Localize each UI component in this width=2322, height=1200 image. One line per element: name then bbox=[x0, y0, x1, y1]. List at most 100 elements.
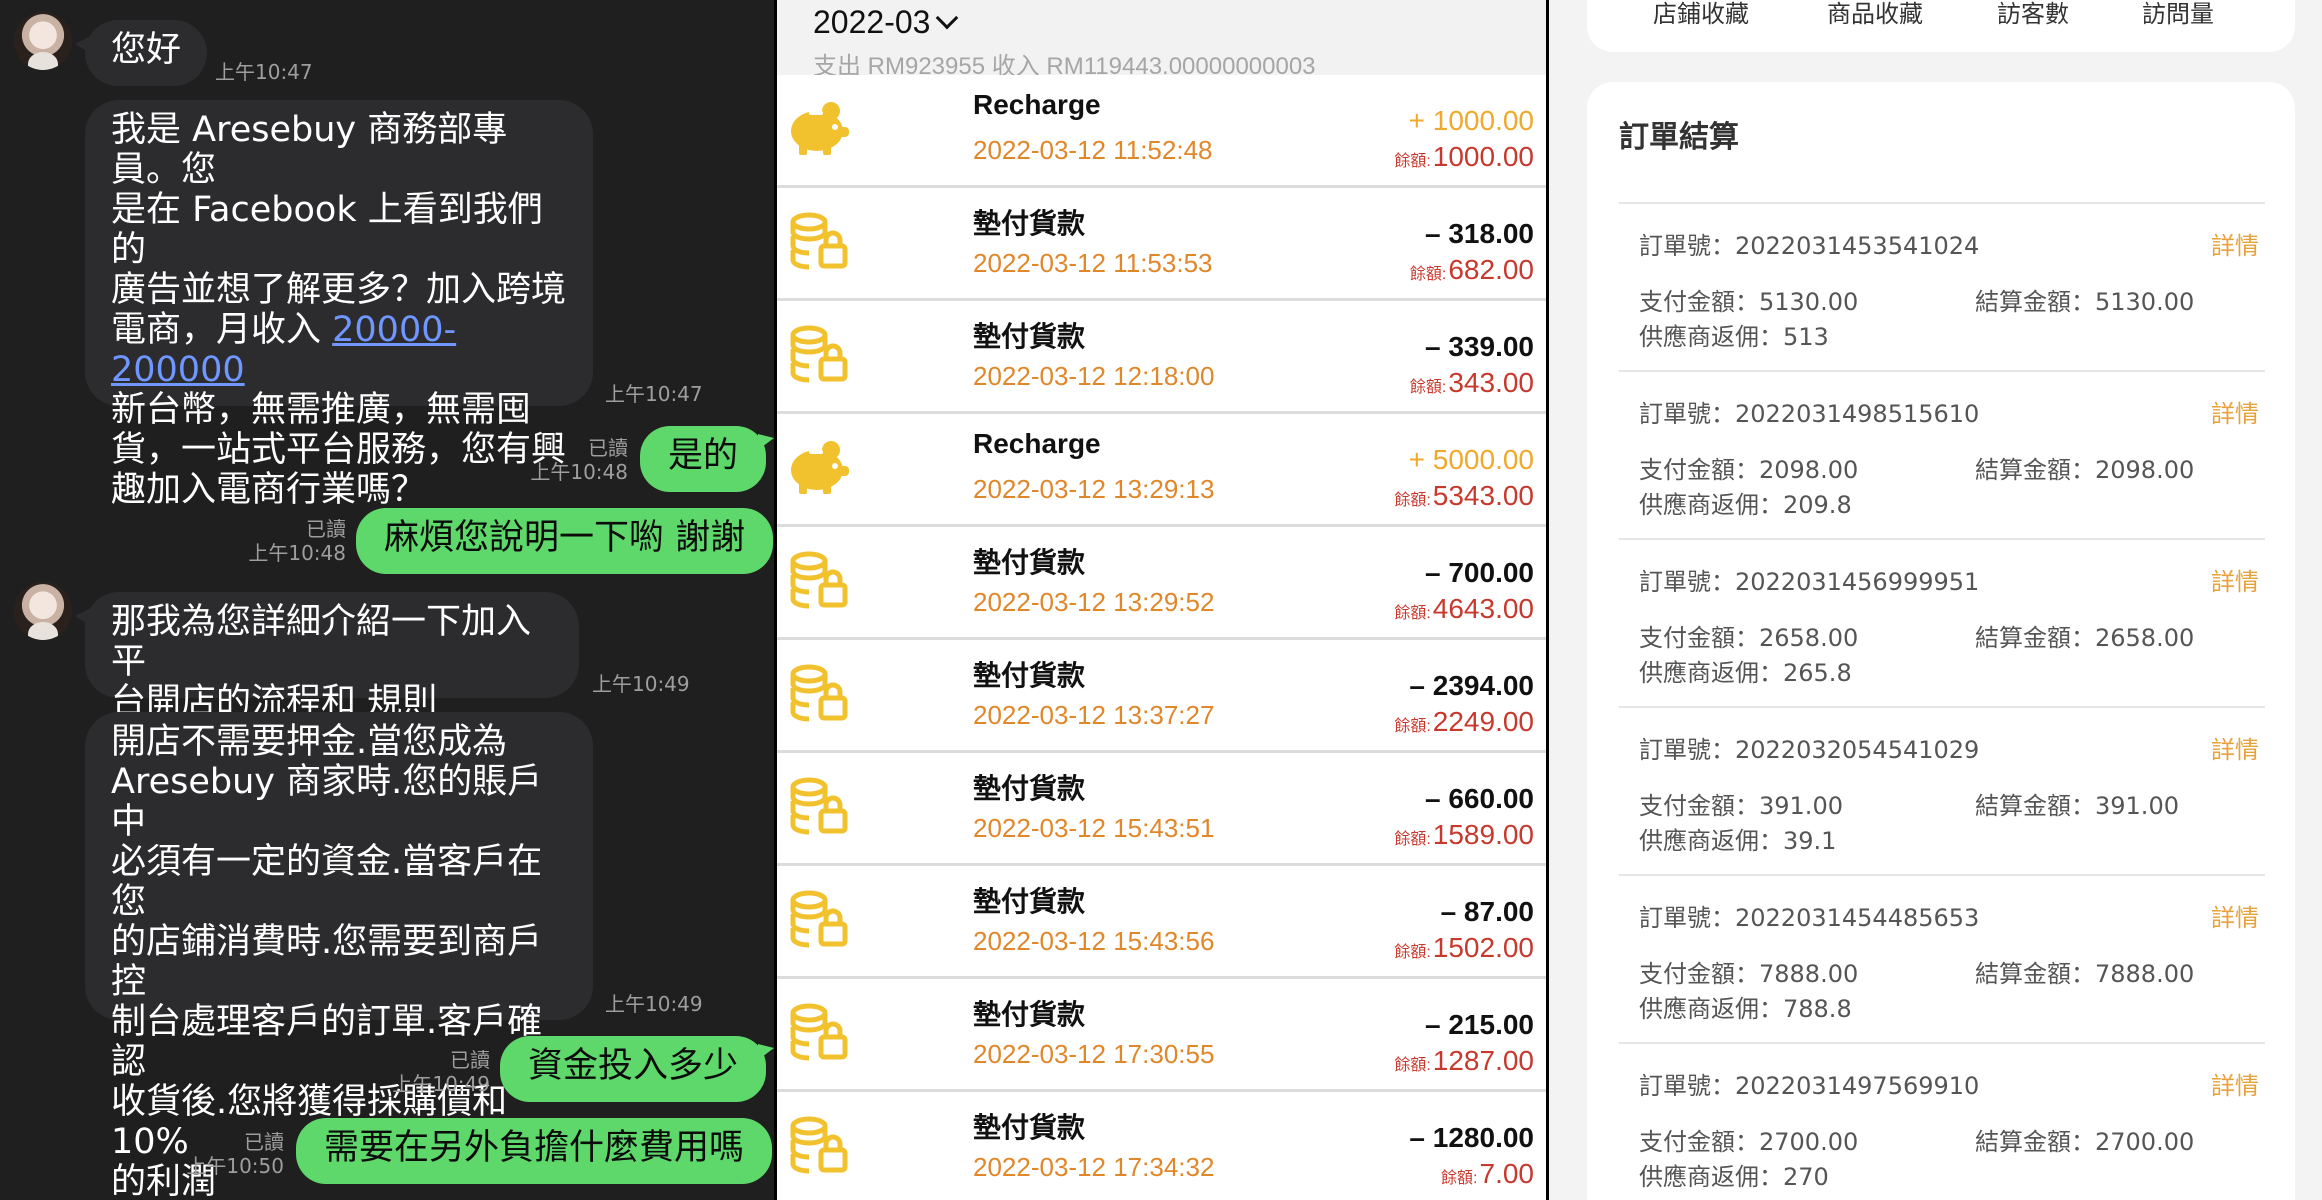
order-number: 訂單號：2022031456999951 bbox=[1639, 562, 1979, 597]
balance-value: 1000.00 bbox=[1432, 141, 1534, 172]
transaction-row[interactable]: 墊付貨款 2022-03-12 15:43:51 – 660.00 餘額:1589.0… bbox=[777, 753, 1546, 866]
payment-amount-label: 支付金額： bbox=[1639, 960, 1759, 988]
order-number-label: 訂單號： bbox=[1639, 1072, 1735, 1100]
transaction-date: 2022-03-12 17:30:55 bbox=[973, 1039, 1215, 1069]
transaction-title: Recharge bbox=[973, 89, 1101, 120]
supplier-rebate-value: 788.8 bbox=[1783, 995, 1852, 1023]
order-number-value: 2022031453541024 bbox=[1735, 232, 1980, 260]
transaction-row[interactable]: 墊付貨款 2022-03-12 13:37:27 – 2394.00 餘額:2249.… bbox=[777, 640, 1546, 753]
chat-panel: 您好 上午10:47 我是 Aresebuy 商務部專員。您 是在 Facebo… bbox=[0, 0, 774, 1200]
chat-message-incoming[interactable]: 您好 bbox=[74, 20, 208, 86]
order-detail-link[interactable]: 詳情 bbox=[2211, 730, 2259, 765]
order-detail-link[interactable]: 詳情 bbox=[2211, 562, 2259, 597]
transaction-date: 2022-03-12 13:29:52 bbox=[973, 587, 1215, 617]
order-number-value: 2022031456999951 bbox=[1735, 568, 1980, 596]
balance-value: 682.00 bbox=[1448, 254, 1534, 285]
order-number-value: 2022031498515610 bbox=[1735, 400, 1980, 428]
supplier-rebate: 供應商返佣：39.1 bbox=[1639, 821, 1836, 856]
chat-message-incoming[interactable]: 那我為您詳細介紹一下加入平 台開店的流程和 規則 bbox=[75, 592, 579, 722]
balance-value: 2249.00 bbox=[1432, 706, 1534, 737]
balance-label: 餘額: bbox=[1394, 831, 1431, 848]
supplier-rebate-value: 39.1 bbox=[1783, 827, 1837, 855]
message-line: 的店鋪消費時.您需要到商戶控 bbox=[111, 922, 543, 1002]
chat-message-incoming[interactable]: 開店不需要押金.當您成為 Aresebuy 商家時.您的賬戶中 必須有一定的資金… bbox=[85, 712, 593, 1200]
message-line: 電商，月收入 20000-200000 bbox=[111, 310, 567, 390]
contact-avatar[interactable] bbox=[14, 582, 72, 640]
message-text: 需要在另外負擔什麼費用嗎 bbox=[324, 1128, 745, 1168]
message-time: 上午10:47 bbox=[215, 60, 313, 84]
supplier-rebate-label: 供應商返佣： bbox=[1639, 491, 1783, 519]
stat-product-favorites[interactable]: 商品收藏 bbox=[1827, 0, 1923, 29]
order-item: 訂單號：2022031453541024 詳情 支付金額：5130.00 結算金額：5… bbox=[1619, 202, 2265, 370]
chat-message-outgoing[interactable]: 資金投入多少 bbox=[500, 1036, 774, 1102]
transaction-amount: – 339.00 bbox=[1425, 331, 1534, 362]
month-selector[interactable]: 2022-03 bbox=[813, 4, 930, 41]
contact-avatar[interactable] bbox=[14, 12, 72, 70]
stat-visitors[interactable]: 訪客數 bbox=[1997, 0, 2069, 29]
message-text: 資金投入多少 bbox=[528, 1046, 739, 1086]
payment-amount: 支付金額：5130.00 bbox=[1639, 282, 1858, 317]
transaction-row[interactable]: Recharge 2022-03-12 13:29:13 + 5000.00 餘額:5… bbox=[777, 414, 1546, 527]
transaction-amount: – 660.00 bbox=[1425, 783, 1534, 814]
settlement-amount: 結算金額：2700.00 bbox=[1975, 1122, 2194, 1157]
transaction-title: 墊付貨款 bbox=[973, 321, 1086, 352]
message-time: 上午10:47 bbox=[605, 382, 703, 406]
balance-label: 餘額: bbox=[1394, 718, 1431, 735]
transaction-balance: 餘額:7.00 bbox=[1441, 1158, 1534, 1190]
transaction-title: 墊付貨款 bbox=[973, 886, 1086, 917]
chat-message-outgoing[interactable]: 是的 bbox=[640, 426, 774, 492]
order-detail-link[interactable]: 詳情 bbox=[2211, 898, 2259, 933]
payment-amount-label: 支付金額： bbox=[1639, 1128, 1759, 1156]
balance-label: 餘額: bbox=[1394, 944, 1431, 961]
settlement-amount-label: 結算金額： bbox=[1975, 792, 2095, 820]
transaction-date: 2022-03-12 12:18:00 bbox=[973, 361, 1215, 391]
chat-message-incoming[interactable]: 我是 Aresebuy 商務部專員。您 是在 Facebook 上看到我們的 廣… bbox=[85, 100, 593, 510]
message-line: 必須有一定的資金.當客戶在您 bbox=[111, 842, 543, 922]
transaction-row[interactable]: 墊付貨款 2022-03-12 12:18:00 – 339.00 餘額:343.00 bbox=[777, 301, 1546, 414]
order-number-value: 2022031497569910 bbox=[1735, 1072, 1980, 1100]
payment-amount-value: 391.00 bbox=[1759, 792, 1843, 820]
transaction-row[interactable]: 墊付貨款 2022-03-12 13:29:52 – 700.00 餘額:4643.0… bbox=[777, 527, 1546, 640]
settlement-amount-label: 結算金額： bbox=[1975, 960, 2095, 988]
settlement-amount-value: 7888.00 bbox=[2095, 960, 2195, 988]
transactions-header: 2022-03 支出 RM923955 收入 RM119443.00000000… bbox=[777, 0, 1546, 80]
balance-value: 1502.00 bbox=[1432, 932, 1534, 963]
transaction-amount: – 700.00 bbox=[1425, 557, 1534, 588]
order-detail-link[interactable]: 詳情 bbox=[2211, 1066, 2259, 1101]
transaction-row[interactable]: 墊付貨款 2022-03-12 15:43:56 – 87.00 餘額:1502.00 bbox=[777, 866, 1546, 979]
transaction-row[interactable]: Recharge 2022-03-12 11:52:48 + 1000.00 餘額:1… bbox=[777, 75, 1546, 188]
transaction-row[interactable]: 墊付貨款 2022-03-12 17:30:55 – 215.00 餘額:1287.0… bbox=[777, 979, 1546, 1092]
stats-card: 店鋪收藏 商品收藏 訪客數 訪問量 bbox=[1587, 0, 2295, 52]
settlement-amount-label: 結算金額： bbox=[1975, 624, 2095, 652]
supplier-rebate: 供應商返佣：270 bbox=[1639, 1157, 1829, 1192]
order-detail-link[interactable]: 詳情 bbox=[2211, 226, 2259, 261]
payment-amount-value: 5130.00 bbox=[1759, 288, 1859, 316]
message-line: 趣加入電商行業嗎？ bbox=[111, 470, 427, 510]
transaction-balance: 餘額:682.00 bbox=[1410, 254, 1534, 286]
stat-store-favorites[interactable]: 店鋪收藏 bbox=[1653, 0, 1749, 29]
order-number: 訂單號：2022032054541029 bbox=[1639, 730, 1979, 765]
balance-label: 餘額: bbox=[1409, 266, 1447, 283]
transactions-panel: 2022-03 支出 RM923955 收入 RM119443.00000000… bbox=[777, 0, 1546, 1200]
balance-value: 1287.00 bbox=[1432, 1045, 1534, 1076]
payment-amount-value: 2098.00 bbox=[1759, 456, 1859, 484]
order-number-label: 訂單號： bbox=[1639, 400, 1735, 428]
coins-lock-icon bbox=[783, 319, 851, 387]
chat-message-outgoing[interactable]: 麻煩您說明一下喲 謝謝 bbox=[356, 508, 774, 574]
order-number-label: 訂單號： bbox=[1639, 232, 1735, 260]
message-time: 上午10:49 bbox=[605, 992, 703, 1016]
chevron-down-icon[interactable] bbox=[935, 6, 959, 30]
supplier-rebate-label: 供應商返佣： bbox=[1639, 1163, 1783, 1191]
transaction-amount: – 1280.00 bbox=[1409, 1122, 1534, 1153]
transaction-row[interactable]: 墊付貨款 2022-03-12 11:53:53 – 318.00 餘額:682.00 bbox=[777, 188, 1546, 301]
chat-message-outgoing[interactable]: 需要在另外負擔什麼費用嗎 bbox=[296, 1118, 773, 1184]
order-detail-link[interactable]: 詳情 bbox=[2211, 394, 2259, 429]
transaction-title: 墊付貨款 bbox=[973, 999, 1086, 1030]
transaction-amount: + 1000.00 bbox=[1408, 105, 1534, 136]
balance-value: 7.00 bbox=[1479, 1158, 1535, 1189]
supplier-rebate-label: 供應商返佣： bbox=[1639, 323, 1783, 351]
settlement-amount-value: 2098.00 bbox=[2095, 456, 2195, 484]
transaction-row[interactable]: 墊付貨款 2022-03-12 17:34:32 – 1280.00 餘額:7.00 bbox=[777, 1092, 1546, 1200]
supplier-rebate: 供應商返佣：513 bbox=[1639, 317, 1829, 352]
stat-visits[interactable]: 訪問量 bbox=[2142, 0, 2214, 29]
